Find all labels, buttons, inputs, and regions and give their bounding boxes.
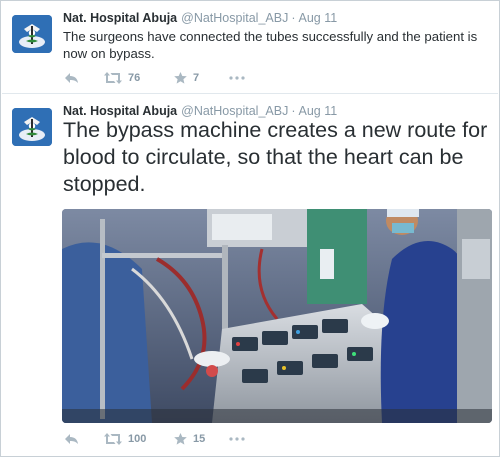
hospital-logo-icon — [12, 108, 52, 146]
reply-icon — [65, 73, 78, 83]
separator: · — [291, 11, 296, 25]
author-handle[interactable]: @NatHospital_ABJ — [181, 104, 288, 118]
reply-button[interactable] — [64, 72, 104, 84]
hospital-logo-icon — [12, 15, 52, 53]
author-name[interactable]: Nat. Hospital Abuja — [63, 104, 177, 118]
separator: · — [291, 104, 296, 118]
retweet-button[interactable]: 100 — [104, 433, 174, 445]
retweet-count: 76 — [128, 72, 141, 84]
favorite-button[interactable]: 7 — [174, 72, 229, 84]
retweet-count: 100 — [128, 433, 147, 445]
tweet-timestamp[interactable]: Aug 11 — [299, 104, 338, 118]
more-icon — [229, 437, 245, 441]
avatar[interactable] — [12, 15, 52, 53]
retweet-icon — [104, 433, 122, 445]
favorite-count: 15 — [193, 433, 206, 445]
tweet-photo[interactable] — [62, 209, 492, 423]
tweet-actions: 100 15 — [64, 431, 245, 447]
favorite-count: 7 — [193, 72, 200, 84]
retweet-button[interactable]: 76 — [104, 72, 174, 84]
tweet[interactable]: Nat. Hospital Abuja @NatHospital_ABJ · Aug … — [2, 2, 498, 94]
more-button[interactable] — [229, 76, 245, 80]
tweet-text: The bypass machine creates a new route f… — [63, 118, 488, 196]
avatar[interactable] — [12, 108, 52, 146]
tweet-actions: 76 7 — [64, 70, 245, 86]
favorite-icon — [174, 433, 187, 445]
favorite-button[interactable]: 15 — [174, 433, 229, 445]
tweet-text: The surgeons have connected the tubes su… — [63, 29, 478, 61]
timeline: Nat. Hospital Abuja @NatHospital_ABJ · Aug … — [0, 0, 500, 457]
author-name[interactable]: Nat. Hospital Abuja — [63, 11, 177, 25]
author-handle[interactable]: @NatHospital_ABJ — [181, 11, 288, 25]
retweet-icon — [104, 72, 122, 84]
reply-button[interactable] — [64, 433, 104, 445]
tweet-header: Nat. Hospital Abuja @NatHospital_ABJ · Aug … — [63, 11, 337, 25]
more-icon — [229, 76, 245, 80]
reply-icon — [65, 434, 78, 444]
favorite-icon — [174, 72, 187, 84]
tweet[interactable]: Nat. Hospital Abuja @NatHospital_ABJ · Aug … — [2, 95, 498, 457]
tweet-header: Nat. Hospital Abuja @NatHospital_ABJ · Aug … — [63, 104, 337, 118]
more-button[interactable] — [229, 437, 245, 441]
tweet-timestamp[interactable]: Aug 11 — [299, 11, 338, 25]
operating-room-photo — [62, 209, 492, 423]
